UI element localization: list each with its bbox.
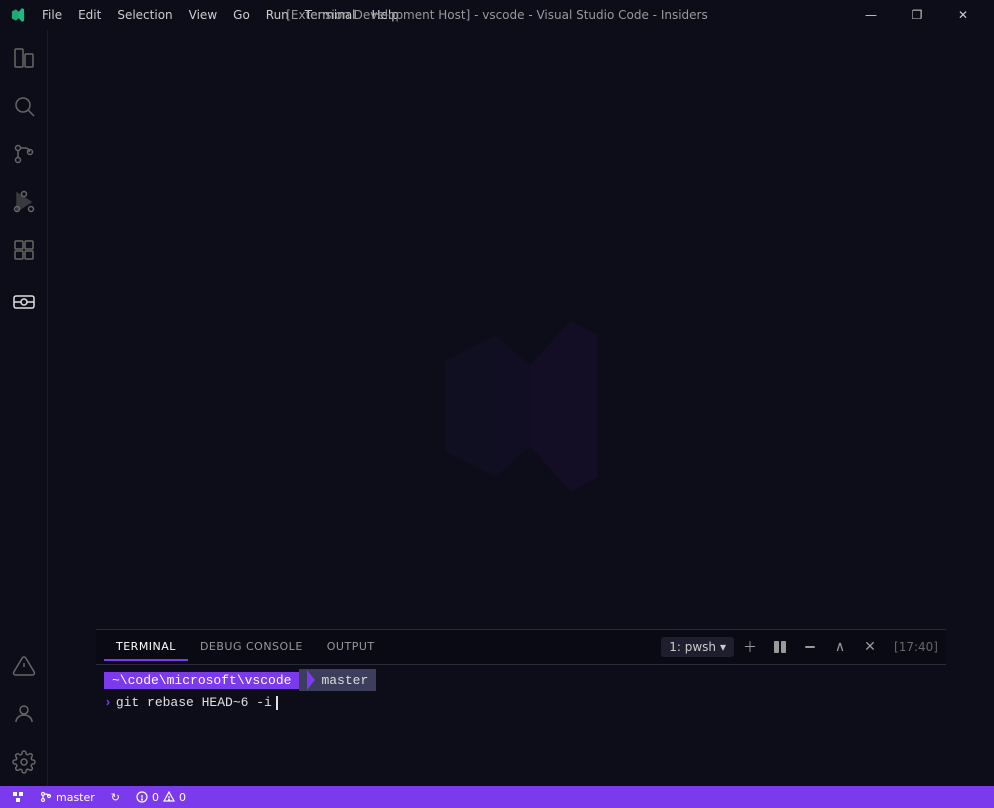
menu-edit[interactable]: Edit [70, 6, 109, 24]
menu-run[interactable]: Run [258, 6, 297, 24]
problems-icon[interactable] [0, 642, 48, 690]
error-count: 0 [152, 791, 159, 804]
terminal-dropdown[interactable]: 1: pwsh ▾ [661, 637, 734, 657]
dropdown-chevron-icon: ▾ [720, 640, 726, 654]
terminal-name-label: 1: pwsh [669, 640, 716, 654]
terminal-command: git rebase HEAD~6 -i [116, 695, 272, 710]
terminal-panel: TERMINAL DEBUG CONSOLE OUTPUT 1: pwsh ▾ … [96, 629, 946, 764]
minimize-button[interactable]: — [848, 0, 894, 30]
tab-debug-console[interactable]: DEBUG CONSOLE [188, 634, 315, 661]
prompt-branch: master [299, 669, 376, 691]
menu-selection[interactable]: Selection [109, 6, 180, 24]
window-controls: — ❐ ✕ [848, 0, 986, 30]
status-sync[interactable]: ↻ [107, 791, 124, 804]
main-layout: TERMINAL DEBUG CONSOLE OUTPUT 1: pwsh ▾ … [0, 30, 994, 786]
terminal-prompt-line: ~\code\microsoft\vscode master [104, 669, 938, 691]
panel-tab-bar: TERMINAL DEBUG CONSOLE OUTPUT 1: pwsh ▾ … [96, 630, 946, 665]
status-bar: master ↻ 0 0 [0, 786, 994, 808]
split-terminal-button[interactable] [766, 633, 794, 661]
remote-explorer-icon[interactable] [0, 278, 48, 326]
vscode-logo [8, 5, 28, 25]
add-terminal-button[interactable]: ＋ [736, 633, 764, 661]
run-debug-icon[interactable] [0, 178, 48, 226]
tab-terminal[interactable]: TERMINAL [104, 634, 188, 661]
panel-up-button[interactable]: ∧ [826, 633, 854, 661]
title-bar: File Edit Selection View Go Run Terminal… [0, 0, 994, 30]
kill-terminal-button[interactable] [796, 633, 824, 661]
prompt-path: ~\code\microsoft\vscode [104, 672, 299, 689]
menu-file[interactable]: File [34, 6, 70, 24]
menu-go[interactable]: Go [225, 6, 258, 24]
explorer-icon[interactable] [0, 34, 48, 82]
terminal-cursor [276, 696, 278, 710]
settings-icon[interactable] [0, 738, 48, 786]
panel-close-button[interactable]: ✕ [856, 633, 884, 661]
close-button[interactable]: ✕ [940, 0, 986, 30]
branch-name: master [56, 791, 95, 804]
source-control-icon[interactable] [0, 130, 48, 178]
status-branch[interactable]: master [36, 791, 99, 804]
panel-actions: 1: pwsh ▾ ＋ ∧ [661, 633, 938, 661]
vscode-watermark [421, 306, 621, 510]
activity-bar [0, 30, 48, 786]
terminal-body[interactable]: ~\code\microsoft\vscode master › git reb… [96, 665, 946, 764]
terminal-timestamp: [17:40] [894, 640, 938, 654]
menu-terminal[interactable]: Terminal [297, 6, 364, 24]
tab-output[interactable]: OUTPUT [315, 634, 387, 661]
search-icon[interactable] [0, 82, 48, 130]
sync-icon: ↻ [111, 791, 120, 804]
menu-help[interactable]: Help [364, 6, 407, 24]
status-remote-icon[interactable] [8, 791, 28, 803]
menu-bar: File Edit Selection View Go Run Terminal… [34, 6, 848, 24]
extensions-icon[interactable] [0, 226, 48, 274]
account-icon[interactable] [0, 690, 48, 738]
warning-count: 0 [179, 791, 186, 804]
menu-view[interactable]: View [181, 6, 225, 24]
status-errors[interactable]: 0 0 [132, 791, 190, 804]
terminal-command-line: › git rebase HEAD~6 -i [104, 695, 938, 710]
editor-area: TERMINAL DEBUG CONSOLE OUTPUT 1: pwsh ▾ … [48, 30, 994, 786]
restore-button[interactable]: ❐ [894, 0, 940, 30]
status-bar-left: master ↻ 0 0 [8, 791, 190, 804]
prompt-arrow-icon: › [104, 695, 112, 710]
